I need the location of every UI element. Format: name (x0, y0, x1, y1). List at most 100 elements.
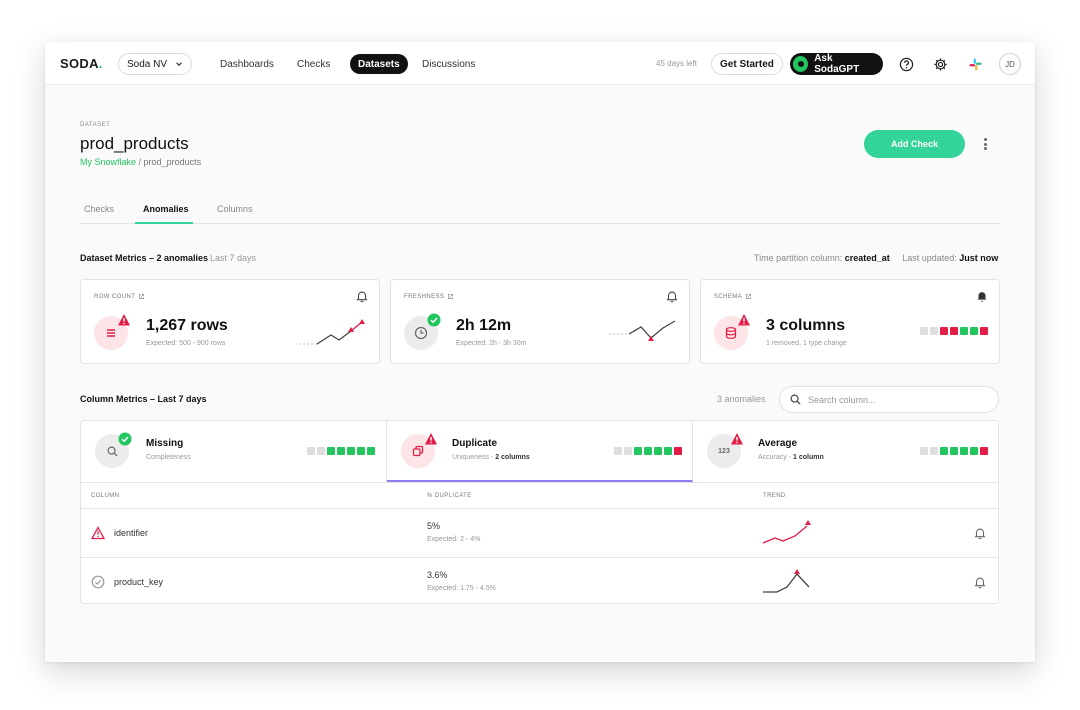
anomaly-warning-icon (118, 314, 130, 326)
chevron-down-icon (176, 62, 182, 67)
dataset-metrics-period: Last 7 days (210, 253, 257, 263)
bell-icon[interactable] (665, 289, 679, 303)
page-eyebrow: DATASET (80, 122, 111, 128)
row-count-label: ROW COUNT (94, 293, 145, 300)
ask-sodagpt-button[interactable]: Ask SodaGPT (790, 53, 883, 75)
trend-sparkline (762, 520, 811, 544)
schema-label: SCHEMA (714, 293, 752, 300)
row-count-expected: Expected: 500 - 900 rows (146, 340, 226, 347)
schema-card[interactable]: SCHEMA 3 columns 1 removed, 1 type chang… (700, 279, 1000, 364)
check-ok-icon (427, 313, 441, 327)
bell-icon[interactable] (973, 526, 987, 540)
header-trend: TREND (763, 493, 786, 499)
column-metrics-panel: Missing Completeness Duplicate Uniquenes… (80, 420, 999, 604)
header-column: COLUMN (91, 493, 120, 499)
duplicate-value: 3.6% (427, 570, 448, 580)
schema-changes: 1 removed, 1 type change (766, 340, 847, 347)
row-count-trend-sparkline (299, 319, 365, 345)
freshness-trend-sparkline (609, 320, 676, 341)
dataset-metrics-title: Dataset Metrics – 2 anomalies (80, 253, 209, 263)
anomaly-warning-icon (738, 314, 750, 326)
header-percent-duplicate: % DUPLICATE (427, 493, 472, 499)
page-title: prod_products (80, 134, 189, 153)
table-row[interactable]: identifier 5% Expected: 2 - 4% (81, 509, 998, 557)
get-started-button[interactable]: Get Started (711, 53, 783, 75)
table-row[interactable]: product_key 3.6% Expected: 1.75 - 4.5% (81, 557, 998, 605)
anomaly-warning-icon (425, 433, 437, 445)
freshness-expected: Expected: 2h - 3h 30m (456, 340, 527, 347)
freshness-value: 2h 12m (456, 317, 512, 334)
search-icon (790, 394, 801, 405)
organization-selector[interactable]: Soda NV (118, 53, 193, 75)
bell-icon[interactable] (355, 289, 369, 303)
more-options-icon[interactable] (980, 136, 990, 152)
duplicate-expected: Expected: 2 - 4% (427, 536, 481, 543)
database-icon (725, 327, 737, 339)
nav-discussions[interactable]: Discussions (422, 54, 475, 74)
metric-tab-subtitle: Uniqueness - 2 columns (452, 454, 530, 461)
help-icon[interactable] (898, 56, 914, 72)
dataset-tabs: Checks Anomalies Columns (80, 202, 999, 224)
app-window: SODA. Soda NV Dashboards Checks Datasets… (45, 42, 1035, 662)
tab-anomalies[interactable]: Anomalies (143, 204, 189, 214)
check-ok-icon (118, 432, 132, 446)
metric-tab-title: Average (758, 438, 798, 449)
column-table-header: COLUMN % DUPLICATE TREND (81, 482, 998, 509)
check-circle-outline-icon (91, 575, 105, 589)
metric-tab-subtitle: Completeness (146, 454, 191, 461)
clock-icon (414, 326, 428, 340)
tab-checks[interactable]: Checks (84, 204, 114, 214)
schema-value: 3 columns (766, 317, 846, 334)
nav-checks[interactable]: Checks (297, 54, 330, 74)
duplicate-value: 5% (427, 521, 441, 531)
settings-gear-icon[interactable] (932, 56, 948, 72)
list-icon (107, 329, 115, 337)
duplicate-expected: Expected: 1.75 - 4.5% (427, 585, 496, 592)
top-navigation: SODA. Soda NV Dashboards Checks Datasets… (45, 42, 1035, 85)
row-count-card[interactable]: ROW COUNT 1,267 rows Expected: 500 - 900… (80, 279, 380, 364)
metric-tab-title: Missing (146, 438, 184, 449)
trend-sparkline (763, 569, 810, 593)
bell-filled-icon[interactable] (975, 289, 989, 303)
dataset-metrics-meta: Time partition column: created_at Last u… (754, 253, 999, 263)
breadcrumb: My Snowflake / prod_products (80, 157, 202, 167)
metric-tab-title: Duplicate (452, 438, 498, 449)
search-column-field[interactable] (779, 386, 999, 413)
metric-tab-average[interactable]: 123 Average Accuracy - 1 column (693, 421, 998, 482)
metric-tab-duplicate[interactable]: Duplicate Uniqueness - 2 columns (387, 421, 693, 482)
metric-tab-missing[interactable]: Missing Completeness (81, 421, 387, 482)
freshness-card[interactable]: FRESHNESS 2h 12m Expected: 2h - 3h 30m (390, 279, 690, 364)
external-link-icon[interactable] (138, 293, 145, 300)
warning-outline-icon (91, 526, 105, 540)
bell-icon[interactable] (973, 575, 987, 589)
user-avatar[interactable]: JD (999, 53, 1021, 75)
organization-name: Soda NV (127, 58, 168, 70)
copy-icon (412, 445, 424, 457)
missing-history-blocks (307, 447, 375, 455)
nav-datasets[interactable]: Datasets (350, 54, 408, 74)
numeric-icon: 123 (718, 447, 730, 455)
column-name: product_key (114, 577, 164, 587)
soda-logo[interactable]: SODA. (60, 56, 103, 71)
sodagpt-icon (793, 56, 809, 72)
slack-icon[interactable] (967, 56, 983, 72)
anomaly-warning-icon (731, 433, 743, 445)
active-tab-indicator (135, 222, 193, 224)
breadcrumb-datasource-link[interactable]: My Snowflake (80, 157, 136, 167)
freshness-label: FRESHNESS (404, 293, 454, 300)
average-history-blocks (920, 447, 988, 455)
duplicate-history-blocks (614, 447, 682, 455)
add-check-button[interactable]: Add Check (864, 130, 965, 158)
column-name: identifier (114, 528, 149, 538)
ask-sodagpt-label: Ask SodaGPT (814, 53, 860, 75)
tab-columns[interactable]: Columns (217, 204, 253, 214)
metric-tab-subtitle: Accuracy - 1 column (758, 454, 824, 461)
search-column-input[interactable] (808, 394, 978, 405)
schema-history-blocks (920, 327, 988, 335)
search-icon (107, 446, 118, 457)
column-anomaly-count: 3 anomalies (717, 394, 766, 404)
external-link-icon[interactable] (745, 293, 752, 300)
external-link-icon[interactable] (447, 293, 454, 300)
column-metrics-title: Column Metrics – Last 7 days (80, 394, 207, 404)
nav-dashboards[interactable]: Dashboards (220, 54, 274, 74)
